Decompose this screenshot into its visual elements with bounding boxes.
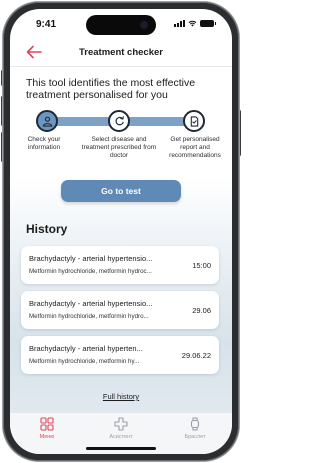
- phone-frame: 9:41 Treatment checker This tool identif…: [3, 2, 239, 461]
- wifi-icon: [188, 20, 197, 27]
- history-card[interactable]: Brachydactyly - arterial hypertensio... …: [21, 246, 219, 284]
- battery-icon: [200, 20, 216, 27]
- watch-icon: [190, 417, 200, 431]
- dynamic-island: [86, 15, 156, 35]
- tab-bracelet-label: Браслет: [184, 434, 206, 440]
- go-to-test-button[interactable]: Go to test: [61, 180, 181, 202]
- history-card[interactable]: Brachydactyly - arterial hyperten... Met…: [21, 336, 219, 374]
- history-card-date: 29.06: [192, 306, 211, 315]
- history-card-title: Brachydactyly - arterial hypertensio...: [29, 254, 153, 263]
- page-title: Treatment checker: [79, 47, 163, 58]
- grid-icon: [40, 417, 54, 431]
- tab-assistant-label: Асистент: [109, 434, 133, 440]
- user-icon: [42, 116, 52, 127]
- step-3-circle[interactable]: [183, 110, 205, 132]
- tab-bracelet[interactable]: Браслет: [170, 417, 220, 440]
- nav-divider: [10, 66, 232, 67]
- history-card-subtitle: Metformin hydrochloride, metformin hy...: [29, 358, 140, 365]
- app-screen: 9:41 Treatment checker This tool identif…: [10, 9, 232, 454]
- intro-text: This tool identifies the most effective …: [26, 77, 196, 101]
- history-heading: History: [26, 222, 68, 236]
- step-1-label: Check your information: [27, 136, 61, 151]
- plus-cross-icon: [114, 417, 128, 431]
- step-2-circle[interactable]: [108, 110, 130, 132]
- report-icon: [190, 115, 198, 127]
- home-indicator: [86, 447, 156, 450]
- nav-bar: Treatment checker: [10, 41, 232, 65]
- history-card-subtitle: Metformin hydrochloride, metformin hydro…: [29, 268, 152, 275]
- status-bar: 9:41: [10, 9, 232, 39]
- system-icons: [174, 20, 216, 27]
- full-history-link[interactable]: Full history: [103, 392, 139, 401]
- tab-menu[interactable]: Меню: [22, 417, 72, 440]
- step-3-label: Get personalised report and recommendati…: [169, 136, 221, 159]
- tab-assistant[interactable]: Асистент: [96, 417, 146, 440]
- history-card-title: Brachydactyly - arterial hyperten...: [29, 344, 143, 353]
- status-time: 9:41: [36, 19, 57, 30]
- tab-menu-label: Меню: [39, 434, 55, 440]
- step-2-label: Select disease and treatment prescribed …: [81, 136, 157, 159]
- history-card-date: 15:00: [192, 261, 211, 270]
- tab-bar: Меню Асистент Браслет: [10, 412, 232, 454]
- history-card-date: 29.06.22: [181, 351, 211, 360]
- camera-icon: [140, 21, 148, 29]
- refresh-icon: [114, 115, 124, 125]
- signal-icon: [174, 20, 185, 27]
- history-card-title: Brachydactyly - arterial hypertensio...: [29, 299, 153, 308]
- step-1-circle[interactable]: [36, 110, 58, 132]
- history-card[interactable]: Brachydactyly - arterial hypertensio... …: [21, 291, 219, 329]
- history-card-subtitle: Metformin hydrochloride, metformin hydro…: [29, 313, 149, 320]
- full-history-row: Full history: [10, 392, 232, 401]
